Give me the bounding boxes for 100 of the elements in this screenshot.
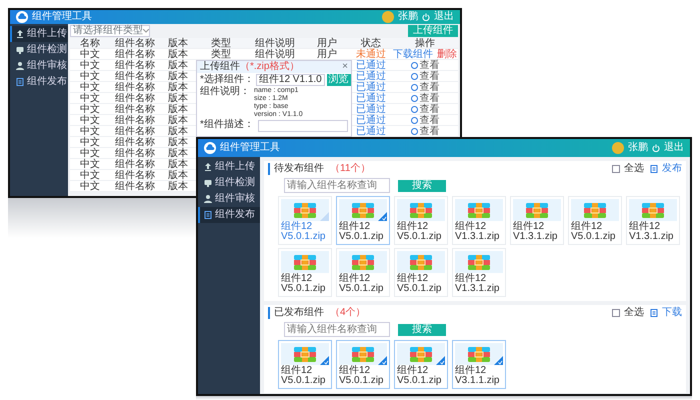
sidebar-item[interactable]: 组件检测 — [10, 42, 68, 58]
table-cell: 版本 — [160, 49, 196, 60]
table-cell: 版本 — [160, 126, 196, 137]
column-header: 操作 — [392, 38, 458, 49]
file-card[interactable]: 组件12 V5.0.1.zip — [568, 196, 622, 245]
file-card[interactable]: 组件12 V5.0.1.zip — [278, 248, 332, 297]
search-field[interactable]: 请输入组件名称查询 — [284, 322, 390, 337]
action-link[interactable]: 查看 — [410, 126, 440, 137]
logo-icon — [16, 11, 28, 23]
file-card[interactable]: 组件12 V5.0.1.zip — [336, 196, 390, 245]
section-title: 已发布组件 — [274, 308, 324, 318]
action-link[interactable]: 查看 — [410, 60, 440, 71]
file-card[interactable]: 组件12 V3.1.1.zip — [452, 340, 506, 389]
archive-icon — [584, 202, 606, 218]
table-cell: 版本 — [160, 159, 196, 170]
table-cell: 版本 — [160, 115, 196, 126]
action-link[interactable]: 下载组件 — [393, 49, 433, 60]
table-cell: 组件名称 — [110, 71, 160, 82]
status-text: 已通过 — [356, 71, 386, 82]
sidebar-item[interactable]: 组件上传 — [10, 26, 68, 42]
column-header: 组件说明 — [246, 38, 304, 49]
file-name: 组件12 V1.3.1.zip — [455, 222, 500, 242]
file-card[interactable]: 组件12 V5.0.1.zip — [394, 248, 448, 297]
file-card[interactable]: 组件12 V1.3.1.zip — [452, 248, 506, 297]
table-cell: 中文 — [70, 115, 110, 126]
section-action-link[interactable]: 下载 — [650, 308, 682, 318]
sidebar-item[interactable]: 组件发布 — [10, 74, 68, 90]
table-cell: 组件名称 — [110, 148, 160, 159]
table-cell: 组件名称 — [110, 137, 160, 148]
logo-icon — [204, 142, 216, 154]
archive-icon — [468, 254, 490, 270]
action-link[interactable]: 查看 — [410, 93, 440, 104]
table-cell: 版本 — [160, 93, 196, 104]
sidebar-item[interactable]: 组件发布 — [198, 207, 260, 223]
power-icon — [652, 144, 660, 152]
status-text: 已通过 — [356, 115, 386, 126]
file-card[interactable]: 组件12 V5.0.1.zip — [336, 248, 390, 297]
check-corner-icon — [378, 212, 387, 221]
table-cell: 版本 — [160, 104, 196, 115]
table-cell: 版本 — [160, 181, 196, 192]
description-field[interactable] — [258, 120, 348, 132]
file-card[interactable]: 组件12 V5.0.1.zip — [336, 340, 390, 389]
action-link[interactable]: 查看 — [410, 104, 440, 115]
file-name: 组件12 V5.0.1.zip — [339, 222, 384, 242]
file-card[interactable]: 组件12 V5.0.1.zip — [394, 340, 448, 389]
select-all-checkbox[interactable]: 全选 — [612, 308, 644, 318]
avatar-icon — [612, 142, 624, 154]
select-all-checkbox[interactable]: 全选 — [612, 164, 644, 174]
section-action-link[interactable]: 发布 — [650, 164, 682, 174]
sidebar-item[interactable]: 组件审核 — [198, 191, 260, 207]
archive-icon — [468, 346, 490, 362]
table-cell: 中文 — [70, 71, 110, 82]
archive-icon — [410, 346, 432, 362]
file-card[interactable]: 组件12 V1.3.1.zip — [626, 196, 680, 245]
file-card[interactable]: 组件12 V1.3.1.zip — [452, 196, 506, 245]
table-cell: 版本 — [160, 148, 196, 159]
sidebar-item[interactable]: 组件检测 — [198, 175, 260, 191]
action-link[interactable]: 查看 — [410, 71, 440, 82]
upload-icon — [16, 30, 24, 38]
sidebar-item[interactable]: 组件审核 — [10, 58, 68, 74]
close-button[interactable]: × — [342, 62, 348, 72]
file-name: 组件12 V5.0.1.zip — [281, 222, 326, 242]
action-link[interactable]: 查看 — [410, 82, 440, 93]
caret-icon — [143, 29, 149, 33]
file-field[interactable]: 组件12 V1.1.0 — [256, 74, 325, 86]
table-cell: 版本 — [160, 170, 196, 181]
column-header: 用户 — [304, 38, 350, 49]
archive-icon — [294, 202, 316, 218]
type-select[interactable]: 请选择组件类型 — [70, 25, 150, 37]
avatar-icon — [382, 11, 394, 23]
file-name: 组件12 V5.0.1.zip — [397, 222, 442, 242]
action-link[interactable]: 查看 — [410, 115, 440, 126]
file-card[interactable]: 组件12 V5.0.1.zip — [394, 196, 448, 245]
table-cell: 版本 — [160, 71, 196, 82]
column-header: 状态 — [350, 38, 392, 49]
file-name: 组件12 V5.0.1.zip — [339, 274, 384, 294]
file-card[interactable]: 组件12 V5.0.1.zip — [278, 340, 332, 389]
table-cell: 组件名称 — [110, 170, 160, 181]
table-cell: 组件名称 — [110, 104, 160, 115]
table-cell: 中文 — [70, 126, 110, 137]
action-link[interactable]: 删除 — [437, 49, 457, 60]
table-cell: 组件名称 — [110, 126, 160, 137]
archive-icon — [468, 202, 490, 218]
table-cell: 中文 — [70, 82, 110, 93]
document-icon — [650, 165, 658, 173]
status-text: 已通过 — [356, 82, 386, 93]
check-corner-icon — [320, 356, 329, 365]
sidebar-item[interactable]: 组件上传 — [198, 159, 260, 175]
file-card[interactable]: 组件12 V5.0.1.zip — [278, 196, 332, 245]
table-cell: 组件说明 — [246, 49, 304, 60]
table-cell: 用户 — [304, 49, 350, 60]
person-icon — [16, 62, 24, 70]
status-text: 未通过 — [356, 49, 386, 60]
table-cell: 中文 — [70, 137, 110, 148]
column-header: 名称 — [70, 38, 110, 49]
file-card[interactable]: 组件12 V1.3.1.zip — [510, 196, 564, 245]
table-cell: 中文 — [70, 170, 110, 181]
section-title: 待发布组件 — [274, 164, 324, 174]
search-field[interactable]: 请输入组件名称查询 — [284, 178, 390, 193]
check-corner-icon — [378, 356, 387, 365]
